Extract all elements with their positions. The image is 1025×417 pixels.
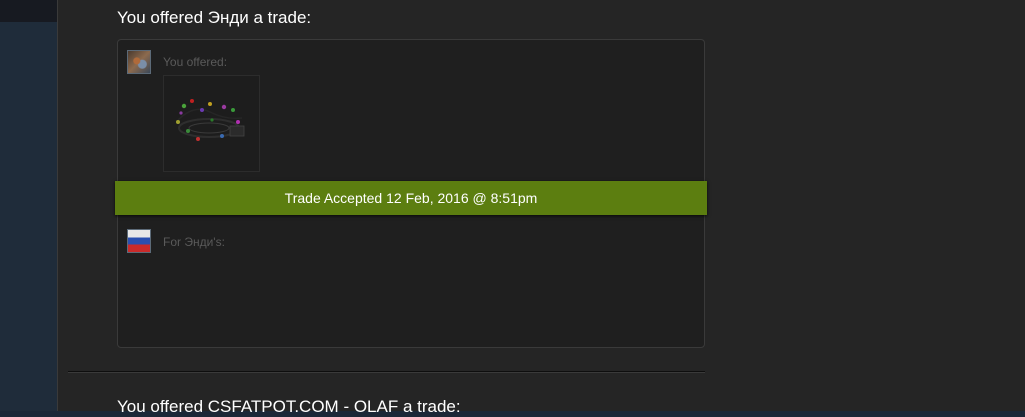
offered-item-slot[interactable]: [163, 75, 260, 172]
trade-accepted-banner: Trade Accepted 12 Feb, 2016 @ 8:51pm: [115, 181, 707, 215]
led-garland-item-icon: [176, 99, 245, 141]
my-avatar[interactable]: [127, 50, 151, 74]
trade-divider: [68, 371, 705, 373]
for-partner-label: For Энди's:: [163, 235, 225, 249]
trade-offer-heading: You offered Энди a trade:: [117, 8, 312, 27]
partner-avatar[interactable]: [127, 229, 151, 253]
you-offered-label: You offered:: [163, 55, 228, 69]
left-gutter: [0, 22, 57, 411]
trade-offer-heading: You offered CSFATPOT.COM - OLAF a trade:: [117, 397, 461, 416]
